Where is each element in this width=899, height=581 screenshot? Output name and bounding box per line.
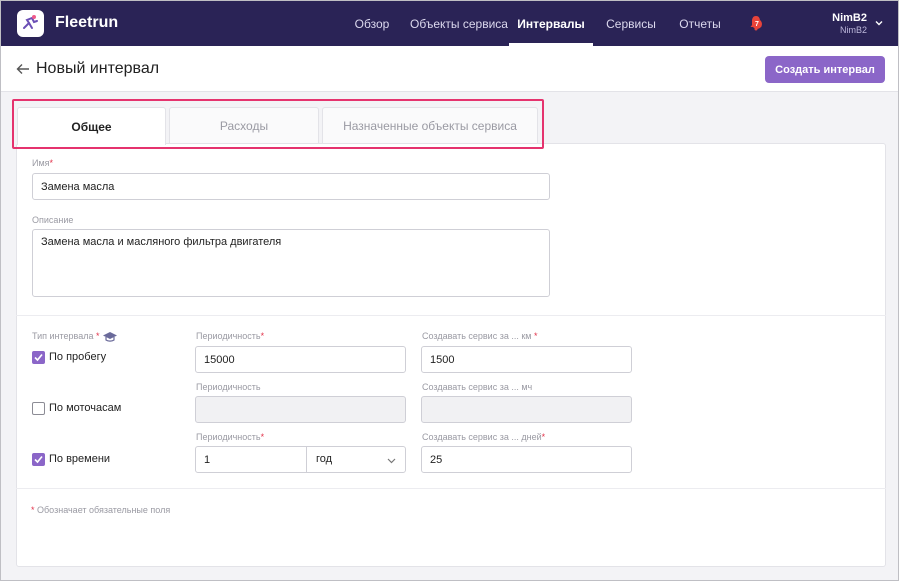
checkmark-icon — [34, 455, 43, 464]
nav-item-overview[interactable]: Обзор — [346, 1, 398, 46]
graduation-cap-icon[interactable] — [102, 331, 118, 342]
tab-general[interactable]: Общее — [17, 107, 166, 145]
engine-hours-period-label: Периодичность — [196, 382, 261, 392]
time-create-label: Создавать сервис за ... дней* — [422, 432, 546, 442]
time-period-input[interactable]: 1 — [195, 446, 406, 473]
mileage-label[interactable]: По пробегу — [49, 351, 106, 363]
time-create-input[interactable]: 25 — [421, 446, 632, 473]
description-textarea[interactable]: Замена масла и масляного фильтра двигате… — [32, 229, 550, 297]
engine-hours-create-input[interactable] — [421, 396, 632, 423]
create-interval-button[interactable]: Создать интервал — [765, 56, 885, 83]
time-period-value: 1 — [204, 453, 211, 466]
tab-assigned-service-objects[interactable]: Назначенные объекты сервиса — [322, 107, 538, 144]
description-label: Описание — [32, 215, 74, 225]
interval-type-label: Тип интервала * — [32, 331, 100, 341]
mileage-period-label: Периодичность* — [196, 331, 265, 341]
time-period-label: Периодичность* — [196, 432, 265, 442]
chevron-down-icon[interactable] — [387, 456, 396, 465]
time-label[interactable]: По времени — [49, 453, 110, 465]
nav-item-intervals[interactable]: Интервалы — [509, 1, 593, 46]
section-divider — [16, 315, 886, 316]
select-divider — [306, 447, 307, 472]
notification-count-badge: 7 — [752, 19, 762, 29]
checkmark-icon — [34, 353, 43, 362]
name-input[interactable]: Замена масла — [32, 173, 550, 200]
time-unit-select[interactable]: год — [316, 453, 332, 465]
nav-item-service-objects[interactable]: Объекты сервиса — [409, 1, 509, 46]
nav-item-reports[interactable]: Отчеты — [673, 1, 727, 46]
engine-hours-period-input[interactable] — [195, 396, 406, 423]
brand-name[interactable]: Fleetrun — [55, 14, 118, 32]
tab-expenses[interactable]: Расходы — [169, 107, 319, 144]
required-fields-footnote: * Обозначает обязательные поля — [31, 505, 171, 515]
chevron-down-icon[interactable] — [875, 19, 883, 27]
time-checkbox[interactable] — [32, 453, 45, 466]
page-header: Новый интервал Создать интервал — [1, 46, 898, 92]
user-name[interactable]: NimB2 — [832, 12, 867, 24]
fleetrun-logo-icon[interactable] — [17, 10, 44, 37]
engine-hours-create-label: Создавать сервис за ... мч — [422, 382, 533, 392]
user-account: NimB2 — [839, 25, 867, 35]
mileage-create-input[interactable]: 1500 — [421, 346, 632, 373]
section-divider — [16, 488, 886, 489]
name-label: Имя* — [32, 158, 54, 168]
engine-hours-label[interactable]: По моточасам — [49, 402, 121, 414]
engine-hours-checkbox[interactable] — [32, 402, 45, 415]
mileage-period-input[interactable]: 15000 — [195, 346, 406, 373]
top-navigation-bar: Fleetrun Обзор Объекты сервиса Интервалы… — [1, 1, 898, 46]
mileage-create-label: Создавать сервис за ... км * — [422, 331, 538, 341]
mileage-checkbox[interactable] — [32, 351, 45, 364]
nav-item-services[interactable]: Сервисы — [601, 1, 661, 46]
page-title: Новый интервал — [36, 60, 160, 77]
arrow-left-icon[interactable] — [16, 62, 30, 76]
